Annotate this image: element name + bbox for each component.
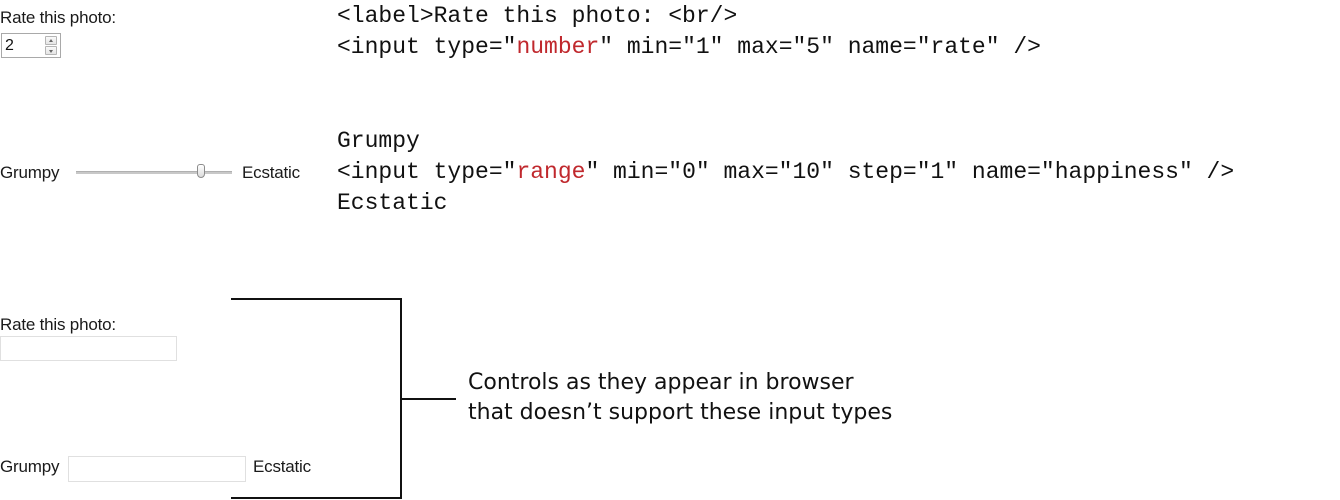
fallback-number-textbox[interactable] [0, 336, 177, 361]
fallback-range-left-label: Grumpy [0, 457, 60, 476]
number-input-label: Rate this photo: [0, 8, 116, 27]
spinner-down-arrow-icon[interactable] [45, 46, 57, 55]
code-keyword-range: range [516, 159, 586, 185]
code-text: <input type=" [337, 34, 517, 60]
range-slider-track[interactable] [76, 171, 232, 174]
caption-line-2: that doesn’t support these input types [468, 400, 893, 425]
code-text: " min="1" max="5" name="rate" /> [599, 34, 1041, 60]
bracket-top-line [231, 298, 402, 300]
code-line-range-input: <input type="range" min="0" max="10" ste… [337, 157, 1234, 188]
spinner-up-arrow-icon[interactable] [45, 36, 57, 45]
range-right-label: Ecstatic [242, 163, 300, 182]
fallback-range-textbox[interactable] [68, 456, 246, 482]
code-line-number-input: <input type="number" min="1" max="5" nam… [337, 32, 1041, 63]
code-line-ecstatic: Ecstatic [337, 190, 448, 216]
code-text: " min="0" max="10" step="1" name="happin… [585, 159, 1235, 185]
bracket-bottom-line [231, 497, 402, 499]
fallback-range-right-label: Ecstatic [253, 457, 311, 476]
bracket-pointer-line [400, 398, 456, 400]
range-slider-thumb[interactable] [196, 164, 205, 178]
caption-line-1: Controls as they appear in browser [468, 370, 854, 395]
code-line-label: <label>Rate this photo: <br/> [337, 3, 738, 29]
number-spinner-input[interactable]: 2 [1, 33, 61, 58]
fallback-number-label: Rate this photo: [0, 315, 116, 334]
code-keyword-number: number [516, 34, 600, 60]
number-spinner-value: 2 [5, 37, 14, 54]
code-text: <input type=" [337, 159, 517, 185]
range-left-label: Grumpy [0, 163, 60, 182]
spinner-buttons [45, 36, 57, 55]
code-line-grumpy: Grumpy [337, 128, 420, 154]
